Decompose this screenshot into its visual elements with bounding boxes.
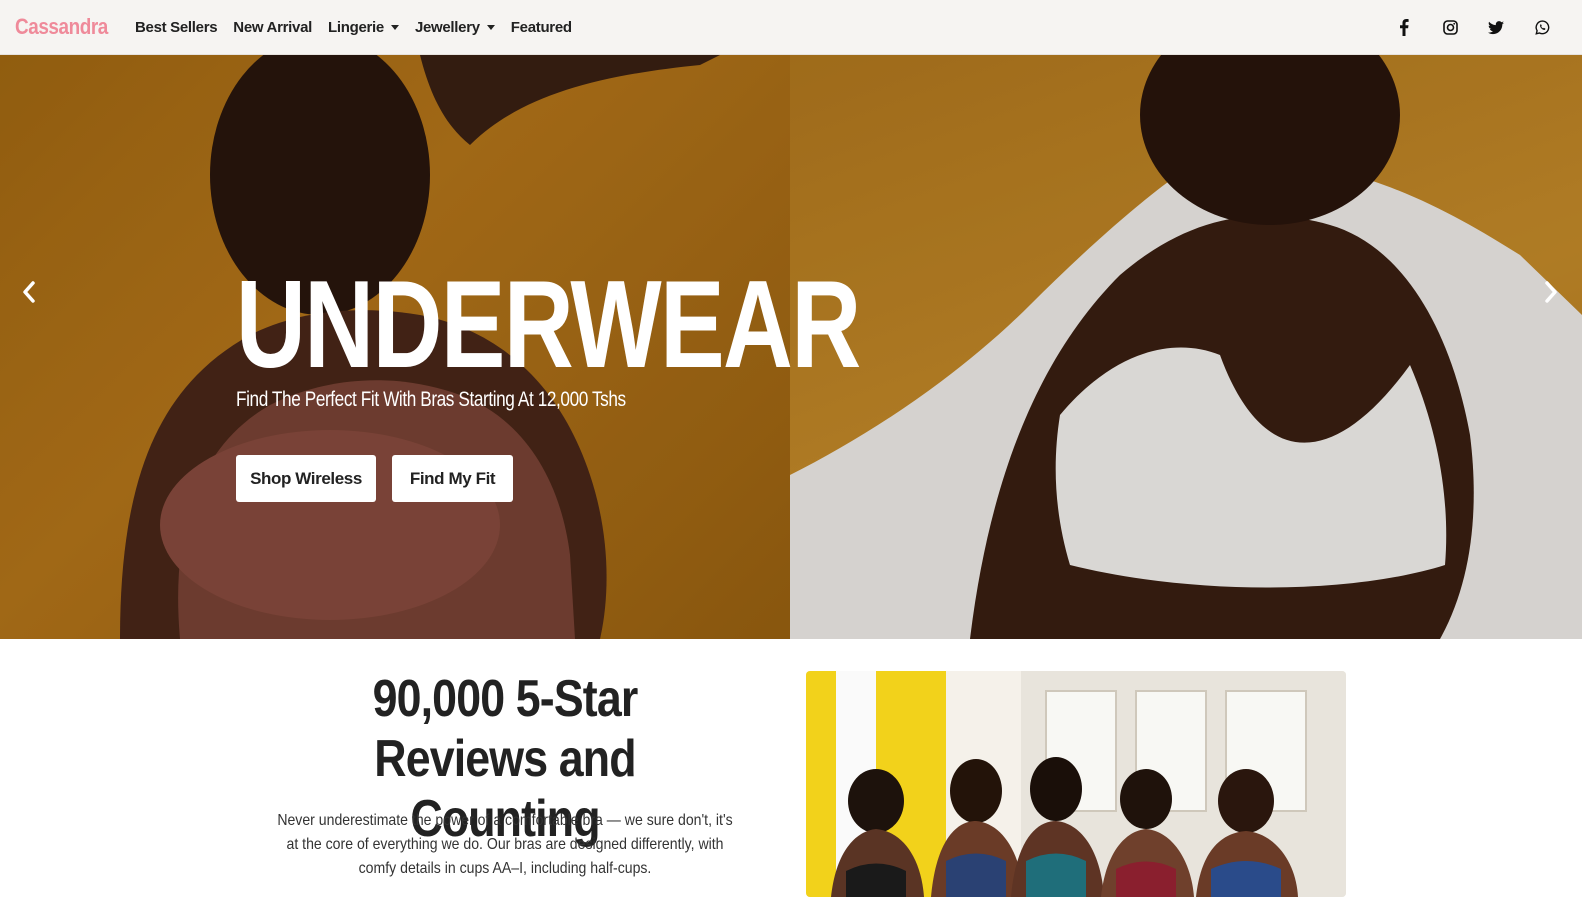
chevron-left-icon [23,281,35,303]
reviews-section: 90,000 5-Star Reviews and Counting Never… [0,639,1582,897]
chevron-right-icon [1545,281,1557,303]
models-group-photo [806,671,1346,897]
top-navbar: Cassandra Best Sellers New Arrival Linge… [0,0,1582,55]
nav-links: Best Sellers New Arrival Lingerie Jewell… [135,19,588,36]
nav-link-label: Jewellery [414,18,480,36]
caret-down-icon [486,24,495,30]
reviews-description: Never underestimate the power of a comfo… [277,812,733,877]
hero-title: UNDERWEAR [236,256,861,394]
caret-down-icon [390,24,399,30]
hero-subtitle: Find The Perfect Fit With Bras Starting … [236,388,626,411]
nav-link-label: Best Sellers [135,18,218,36]
reviews-heading-line-1: 90,000 5-Star [372,670,639,728]
nav-link-label: New Arrival [233,18,312,36]
nav-link-featured[interactable]: Featured [511,19,572,36]
carousel-prev-button[interactable] [14,277,44,307]
nav-link-best-sellers[interactable]: Best Sellers [135,18,218,36]
shop-wireless-button[interactable]: Shop Wireless [236,455,376,502]
social-links [1394,0,1552,55]
facebook-icon[interactable] [1394,18,1414,38]
twitter-icon[interactable] [1486,18,1506,38]
nav-link-lingerie-dropdown[interactable]: Lingerie [328,19,399,36]
hero-carousel: UNDERWEAR Find The Perfect Fit With Bras… [0,55,1582,639]
brand-logo[interactable]: Cassandra [15,14,108,40]
nav-link-label: Lingerie [327,18,384,36]
find-my-fit-button[interactable]: Find My Fit [392,455,513,502]
whatsapp-icon[interactable] [1532,18,1552,38]
nav-link-label: Featured [510,18,572,36]
nav-link-new-arrival[interactable]: New Arrival [233,19,312,36]
instagram-icon[interactable] [1440,18,1460,38]
hero-cta-group: Shop Wireless Find My Fit [236,455,513,502]
carousel-next-button[interactable] [1536,277,1566,307]
nav-link-jewellery-dropdown[interactable]: Jewellery [415,19,495,36]
